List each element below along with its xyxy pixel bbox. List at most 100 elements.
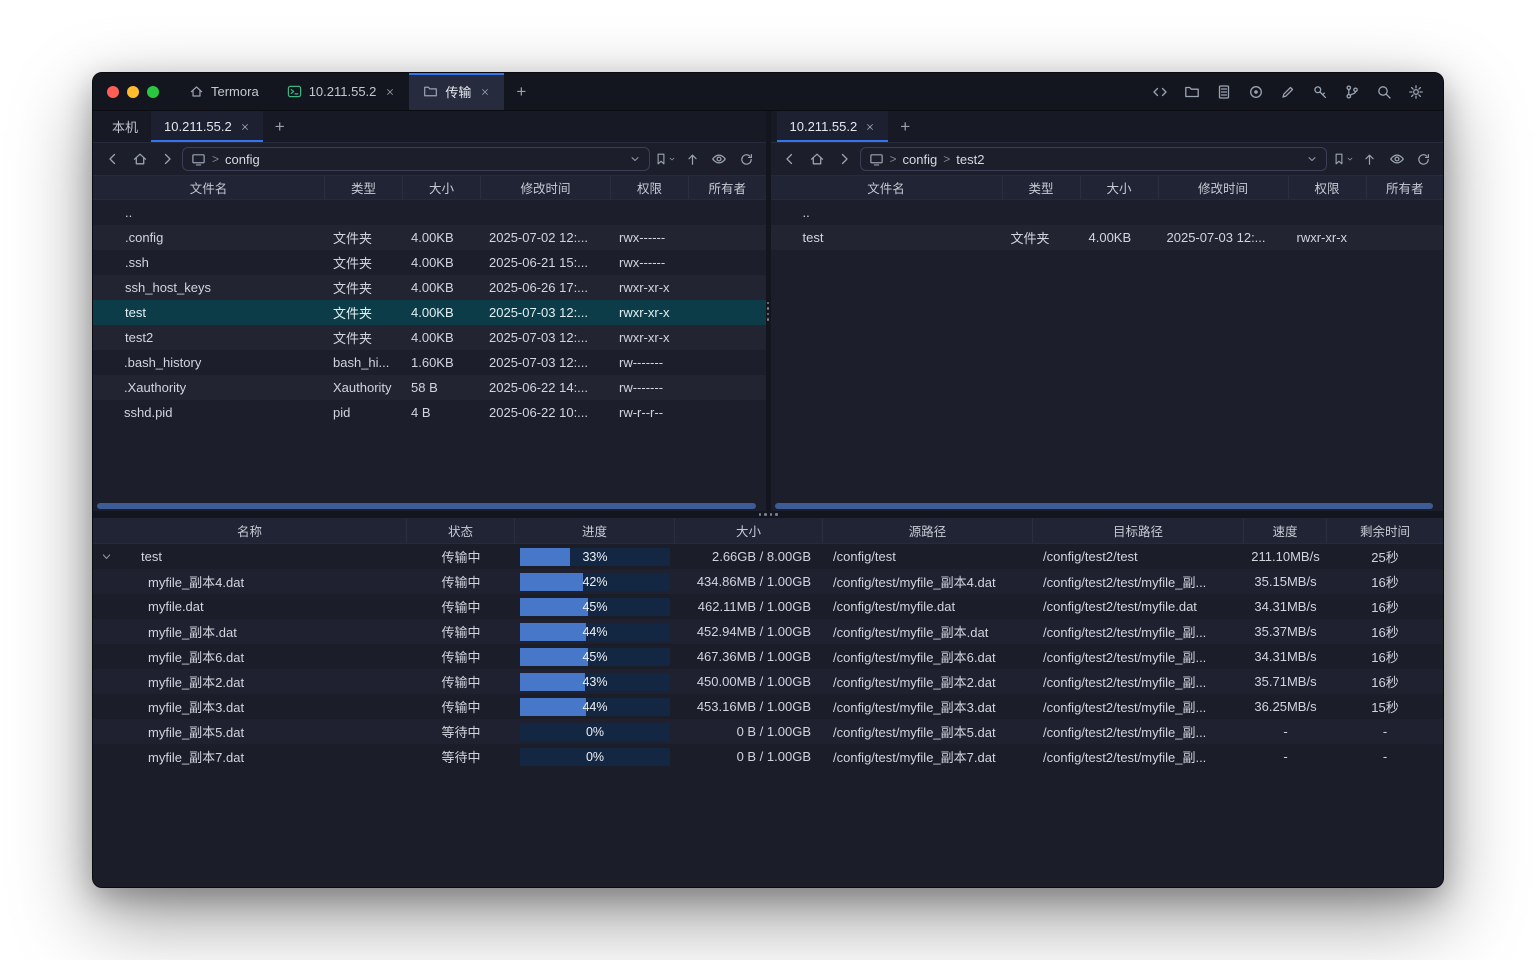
column-header[interactable]: 速度 [1244, 518, 1327, 543]
chevron-down-icon[interactable] [1306, 153, 1318, 165]
search-icon[interactable] [1371, 79, 1397, 105]
home-icon[interactable] [128, 148, 151, 171]
breadcrumb-segment[interactable]: config [225, 152, 260, 167]
document-icon[interactable] [1211, 79, 1237, 105]
breadcrumb-segment[interactable]: test2 [956, 152, 984, 167]
back-icon[interactable] [101, 148, 124, 171]
show-hidden-eye-icon[interactable] [708, 148, 731, 171]
upload-icon[interactable] [681, 148, 704, 171]
branch-icon[interactable] [1339, 79, 1365, 105]
file-table-row[interactable]: test 文件夹 4.00KB 2025-07-03 12:... rwxr-x… [771, 225, 1444, 250]
terminal-icon [287, 84, 302, 99]
upload-icon[interactable] [1358, 148, 1381, 171]
refresh-icon[interactable] [1412, 148, 1435, 171]
transfer-row[interactable]: myfile_副本3.dat 传输中 44% 453.16MB / 1.00GB… [93, 694, 1443, 719]
file-table-row[interactable]: .bash_history bash_hi... 1.60KB 2025-07-… [93, 350, 766, 375]
file-table-row[interactable]: .ssh 文件夹 4.00KB 2025-06-21 15:... rwx---… [93, 250, 766, 275]
folder-icon[interactable] [1179, 79, 1205, 105]
tab-close-icon[interactable] [385, 87, 395, 97]
maximize-window-button[interactable] [147, 86, 159, 98]
bookmark-icon[interactable] [654, 148, 677, 171]
splitter-grip[interactable] [759, 513, 778, 516]
edit-icon[interactable] [1275, 79, 1301, 105]
tab-session[interactable]: 10.211.55.2 [273, 73, 410, 110]
key-icon[interactable] [1307, 79, 1333, 105]
horizontal-scrollbar[interactable] [775, 503, 1434, 509]
column-header[interactable]: 所有者 [1367, 176, 1444, 199]
new-panel-tab-button[interactable]: + [888, 111, 922, 142]
panel-splitter-horizontal[interactable] [93, 511, 1443, 518]
column-header[interactable]: 大小 [675, 518, 823, 543]
show-hidden-eye-icon[interactable] [1385, 148, 1408, 171]
file-table-row[interactable]: test2 文件夹 4.00KB 2025-07-03 12:... rwxr-… [93, 325, 766, 350]
bookmark-icon[interactable] [1331, 148, 1354, 171]
tab-close-icon[interactable] [480, 87, 490, 97]
home-icon[interactable] [806, 148, 829, 171]
settings-icon[interactable] [1403, 79, 1429, 105]
column-header[interactable]: 类型 [1003, 176, 1081, 199]
transfer-row[interactable]: myfile_副本6.dat 传输中 45% 467.36MB / 1.00GB… [93, 644, 1443, 669]
column-header[interactable]: 权限 [611, 176, 689, 199]
column-header[interactable]: 源路径 [823, 518, 1033, 543]
transfer-row[interactable]: myfile_副本5.dat 等待中 0% 0 B / 1.00GB /conf… [93, 719, 1443, 744]
record-icon[interactable] [1243, 79, 1269, 105]
file-table-row[interactable]: ssh_host_keys 文件夹 4.00KB 2025-06-26 17:.… [93, 275, 766, 300]
file-table-row[interactable]: test 文件夹 4.00KB 2025-07-03 12:... rwxr-x… [93, 300, 766, 325]
transfer-row[interactable]: myfile_副本.dat 传输中 44% 452.94MB / 1.00GB … [93, 619, 1443, 644]
chevron-down-icon[interactable] [629, 153, 641, 165]
file-table-row[interactable]: .. [93, 200, 766, 225]
horizontal-scrollbar[interactable] [97, 503, 756, 509]
panel-tab[interactable]: 本机 [99, 111, 151, 142]
column-header[interactable]: 修改时间 [481, 176, 611, 199]
column-header[interactable]: 修改时间 [1159, 176, 1289, 199]
column-header[interactable]: 类型 [325, 176, 403, 199]
file-table-row[interactable]: .config 文件夹 4.00KB 2025-07-02 12:... rwx… [93, 225, 766, 250]
tab-termora-home[interactable]: Termora [175, 73, 273, 110]
column-header[interactable]: 进度 [515, 518, 675, 543]
column-header[interactable]: 大小 [1081, 176, 1159, 199]
tab-close-icon[interactable] [240, 122, 250, 132]
new-tab-button[interactable]: + [504, 73, 538, 110]
transfer-row[interactable]: test 传输中 33% 2.66GB / 8.00GB /config/tes… [93, 544, 1443, 569]
panel-tab[interactable]: 10.211.55.2 [151, 111, 263, 142]
file-mtime: 2025-07-03 12:... [481, 305, 611, 320]
transfer-size: 453.16MB / 1.00GB [675, 699, 823, 714]
new-panel-tab-button[interactable]: + [263, 111, 297, 142]
close-window-button[interactable] [107, 86, 119, 98]
minimize-window-button[interactable] [127, 86, 139, 98]
column-header[interactable]: 目标路径 [1033, 518, 1244, 543]
breadcrumb-segment[interactable]: config [903, 152, 938, 167]
column-header[interactable]: 文件名 [93, 176, 325, 199]
file-table-row[interactable]: .. [771, 200, 1444, 225]
transfer-row[interactable]: myfile_副本7.dat 等待中 0% 0 B / 1.00GB /conf… [93, 744, 1443, 769]
refresh-icon[interactable] [735, 148, 758, 171]
file-type: bash_hi... [325, 355, 403, 370]
column-header[interactable]: 剩余时间 [1327, 518, 1443, 543]
column-header[interactable]: 权限 [1289, 176, 1367, 199]
tab-close-icon[interactable] [865, 122, 875, 132]
transfer-speed: 211.10MB/s [1244, 549, 1327, 564]
column-header[interactable]: 文件名 [771, 176, 1003, 199]
column-header[interactable]: 所有者 [689, 176, 766, 199]
expand-caret-icon[interactable] [101, 551, 112, 562]
chevron-down-icon[interactable] [1346, 155, 1354, 163]
transfer-row[interactable]: myfile_副本4.dat 传输中 42% 434.86MB / 1.00GB… [93, 569, 1443, 594]
transfer-row[interactable]: myfile_副本2.dat 传输中 43% 450.00MB / 1.00GB… [93, 669, 1443, 694]
column-header[interactable]: 大小 [403, 176, 481, 199]
tab-transfer[interactable]: 传输 [409, 73, 504, 110]
path-breadcrumb[interactable]: > config [182, 147, 650, 171]
column-header[interactable]: 名称 [93, 518, 407, 543]
file-table-row[interactable]: sshd.pid pid 4 B 2025-06-22 10:... rw-r-… [93, 400, 766, 425]
file-table-row[interactable]: .Xauthority Xauthority 58 B 2025-06-22 1… [93, 375, 766, 400]
chevron-down-icon[interactable] [668, 155, 676, 163]
panel-tab[interactable]: 10.211.55.2 [777, 111, 889, 142]
forward-icon[interactable] [155, 148, 178, 171]
splitter-grip[interactable] [767, 302, 770, 321]
breadcrumb-separator: > [212, 152, 219, 166]
code-icon[interactable] [1147, 79, 1173, 105]
transfer-row[interactable]: myfile.dat 传输中 45% 462.11MB / 1.00GB /co… [93, 594, 1443, 619]
forward-icon[interactable] [833, 148, 856, 171]
back-icon[interactable] [779, 148, 802, 171]
column-header[interactable]: 状态 [407, 518, 515, 543]
path-breadcrumb[interactable]: > config > test2 [860, 147, 1328, 171]
